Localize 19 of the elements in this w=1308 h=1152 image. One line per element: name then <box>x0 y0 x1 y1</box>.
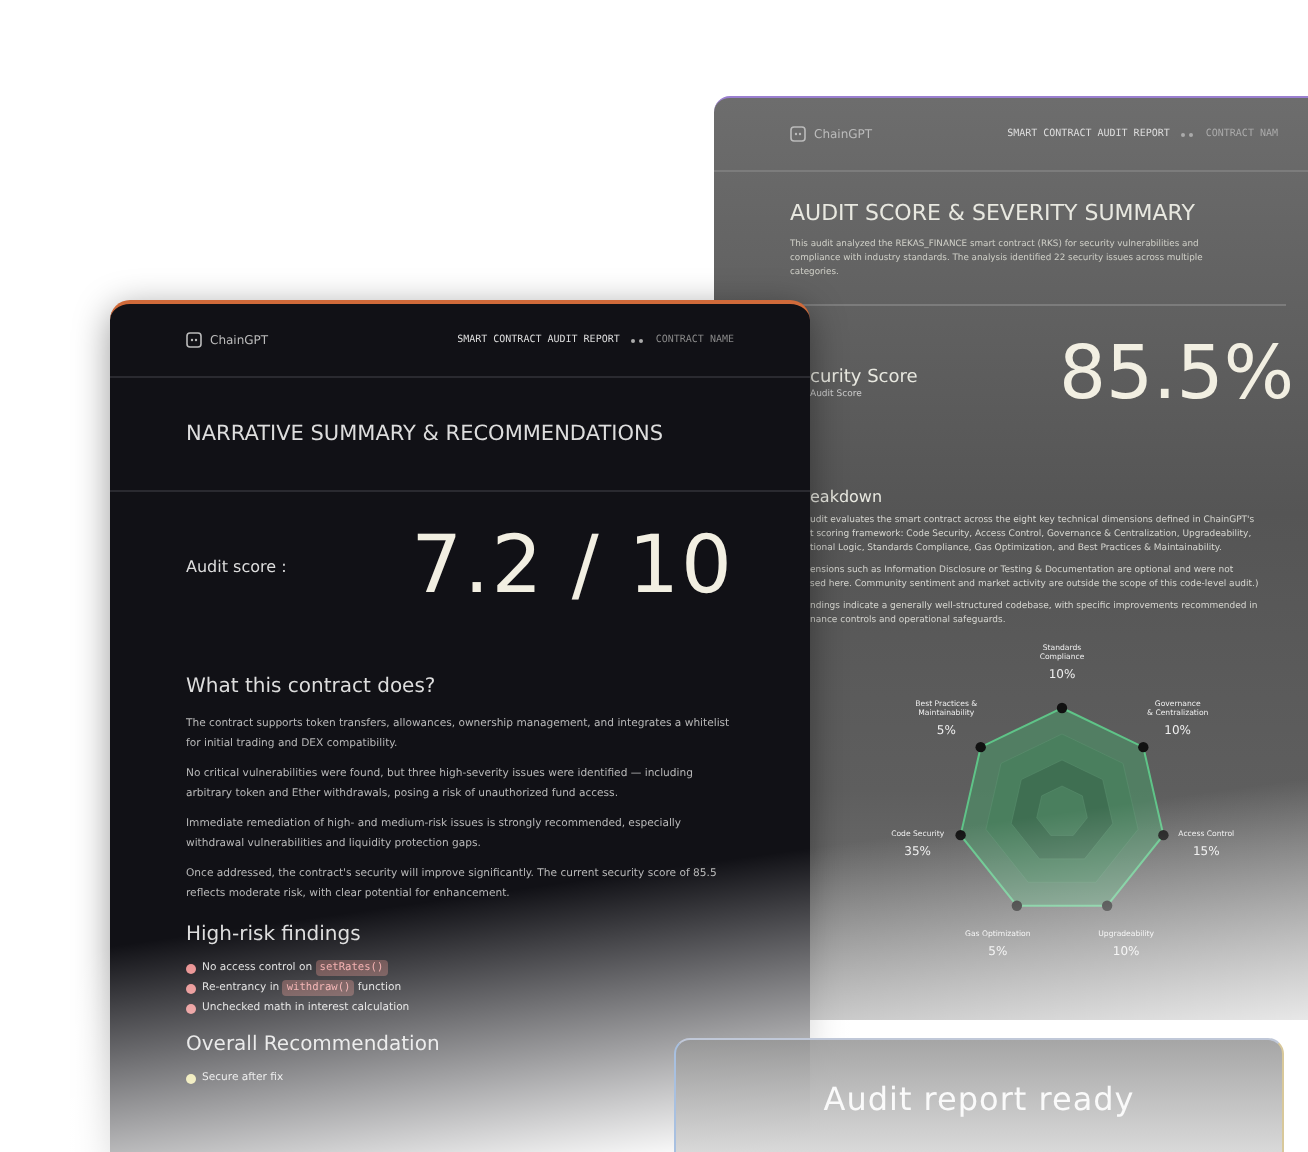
score-value: 85.5% <box>1058 330 1294 416</box>
bullet-icon <box>186 983 196 993</box>
score-label: curity Score <box>810 367 918 387</box>
notification-title: Audit report ready <box>823 1080 1135 1120</box>
section-heading: High-risk findings <box>186 924 363 946</box>
bullet-icon <box>186 963 196 973</box>
section-heading: What this contract does? <box>186 676 438 698</box>
page-title: NARRATIVE SUMMARY & RECOMMENDATIONS <box>110 378 810 492</box>
separator-icon <box>1179 131 1196 137</box>
page-title: AUDIT SCORE & SEVERITY SUMMARY <box>788 198 1197 230</box>
score-label: Audit score : <box>186 557 287 575</box>
bullet-icon <box>186 1003 196 1013</box>
score-value: 7.2 / 10 <box>411 520 734 612</box>
logo-icon <box>186 332 202 348</box>
separator-icon <box>629 337 646 343</box>
logo-icon <box>790 126 806 142</box>
section-heading: eakdown <box>810 488 885 506</box>
section-heading: Overall Recommendation <box>186 1034 442 1056</box>
bullet-icon <box>186 1073 196 1083</box>
